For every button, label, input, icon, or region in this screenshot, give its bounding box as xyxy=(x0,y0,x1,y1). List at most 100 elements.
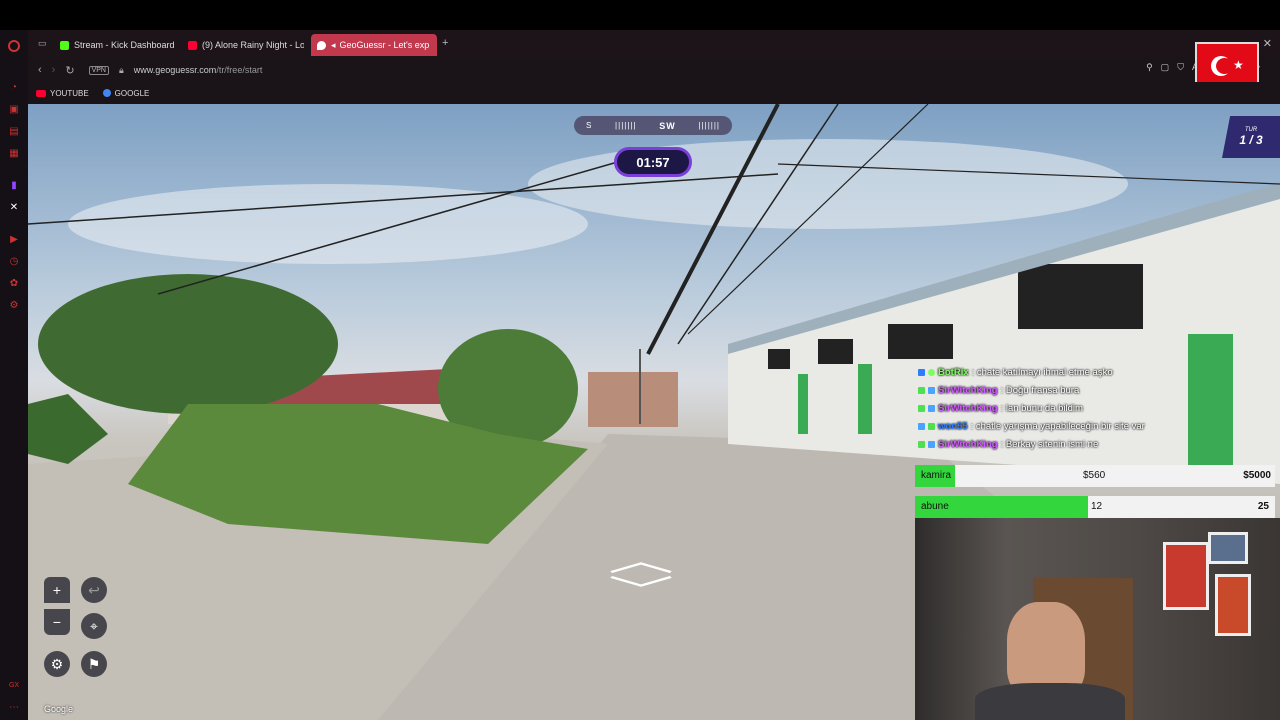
close-window-icon[interactable]: ✕ xyxy=(1263,37,1272,50)
tab-label: (9) Alone Rainy Night - Lo xyxy=(202,40,304,50)
url-host: www.geoguessr.com xyxy=(133,65,217,75)
vpn-badge[interactable]: VPN xyxy=(88,65,109,75)
more-icon[interactable]: ⋯ xyxy=(8,702,20,714)
sidebar: ◔ ▣ ▤ ▦ ▮ ✕ ▶ ◷ ✿ ⚙ GX ⋯ xyxy=(0,30,28,720)
mail-icon[interactable]: ▦ xyxy=(8,148,20,160)
shield-icon[interactable]: ⛉ xyxy=(1177,62,1184,73)
tab-label: Stream - Kick Dashboard xyxy=(74,40,174,50)
chat-line: SirWitchKing: Berkay sitenin ismi ne xyxy=(918,435,1278,453)
mod-badge-icon xyxy=(928,368,935,376)
round-counter: TUR 1 / 3 xyxy=(1222,116,1280,158)
goal-label: kamira xyxy=(921,470,952,481)
opera-icon[interactable] xyxy=(8,40,20,52)
bookmark-youtube[interactable]: YOUTUBE xyxy=(36,89,89,98)
url-path: /tr/free/start xyxy=(216,65,263,75)
compass: S ||||||| SW ||||||| xyxy=(574,116,732,135)
crescent-cut xyxy=(1216,58,1233,74)
chat-text: : lan bunu da bildim xyxy=(1000,402,1083,414)
chat-user: SirWitchKing xyxy=(938,384,998,396)
youtube-icon xyxy=(188,40,197,50)
extensions-icon[interactable]: ✿ xyxy=(8,278,20,290)
goal-bar-abune: abune 12 25 xyxy=(915,496,1275,518)
reload-icon[interactable]: ↻ xyxy=(65,64,74,77)
sub-badge-icon xyxy=(918,422,925,430)
tab-kick[interactable]: Stream - Kick Dashboard xyxy=(54,34,174,56)
sword-badge-icon xyxy=(918,386,925,394)
geoguessr-icon xyxy=(317,40,326,50)
tab-bar: ▭ Stream - Kick Dashboard (9) Alone Rain… xyxy=(28,30,1280,58)
round-value: 1 / 3 xyxy=(1239,133,1263,147)
youtube-icon xyxy=(36,89,46,97)
google-attribution: Google xyxy=(44,704,74,714)
star-icon: ★ xyxy=(1233,58,1244,72)
bookmarks-bar: YOUTUBE GOOGLE xyxy=(28,82,1280,104)
poster xyxy=(1208,532,1248,564)
webcam-overlay xyxy=(915,518,1280,720)
goal-current: $560 xyxy=(1083,470,1106,481)
bag-icon[interactable]: ▣ xyxy=(8,104,20,116)
back-icon[interactable]: ‹ xyxy=(38,64,42,76)
tab-label: GeoGuessr - Let's exp xyxy=(339,40,430,50)
bookmark-label: GOOGLE xyxy=(114,88,150,98)
goal-target: 25 xyxy=(1257,501,1269,512)
twitch-icon[interactable]: ▮ xyxy=(8,180,20,192)
round-timer: 01:57 xyxy=(614,147,692,177)
forward-icon[interactable]: › xyxy=(52,64,56,76)
chat-text: : chatle yarışma yapabileceğin bir site … xyxy=(970,420,1145,432)
compass-direction: SW xyxy=(659,120,676,131)
poster xyxy=(1163,542,1209,610)
move-forward-arrow[interactable]: ︿ xyxy=(608,547,674,577)
sword-badge-icon xyxy=(918,404,925,412)
tab-geoguessr[interactable]: ◂ GeoGuessr - Let's exp xyxy=(311,34,437,56)
kick-icon xyxy=(60,40,69,50)
wallet-icon[interactable]: ▤ xyxy=(8,126,20,138)
sub-badge-icon xyxy=(928,404,935,412)
player-icon[interactable]: ▶ xyxy=(8,234,20,246)
undo-button[interactable]: ↩ xyxy=(81,577,107,603)
tab-switcher-icon[interactable]: ▭ xyxy=(38,38,47,49)
goal-target: $5000 xyxy=(1243,470,1271,481)
gift-badge-icon xyxy=(928,422,935,430)
return-to-start-button[interactable]: ⌖ xyxy=(81,613,107,639)
clock-icon[interactable]: ◷ xyxy=(8,256,20,268)
chat-line: BotRix: chate katılmayı ihmal etme aşko xyxy=(918,363,1278,381)
sword-badge-icon xyxy=(918,440,925,448)
url-field[interactable]: www.geoguessr.com/tr/free/start xyxy=(134,65,263,75)
pin-icon[interactable]: ⚲ xyxy=(1146,62,1153,73)
sub-badge-icon xyxy=(928,386,935,394)
history-icon[interactable]: ◔ xyxy=(8,82,20,94)
chat-line: SirWitchKing: Doğu fransa bura xyxy=(918,381,1278,399)
google-icon xyxy=(102,89,111,97)
bot-badge-icon xyxy=(918,368,925,376)
chat-text: : Berkay sitenin ismi ne xyxy=(1000,438,1099,450)
chat-line: SirWitchKing: lan bunu da bildim xyxy=(918,399,1278,417)
compass-left: S xyxy=(586,121,593,130)
tab-youtube[interactable]: (9) Alone Rainy Night - Lo xyxy=(182,34,304,56)
settings-button[interactable]: ⚙ xyxy=(44,651,70,677)
x-icon[interactable]: ✕ xyxy=(8,202,20,214)
chat-user: SirWitchKing xyxy=(938,402,998,414)
bookmark-label: YOUTUBE xyxy=(50,88,89,98)
chat-text: : chate katılmayı ihmal etme aşko xyxy=(971,366,1113,378)
gx-icon[interactable]: GX xyxy=(8,680,20,692)
poster xyxy=(1215,574,1251,636)
zoom-out-button[interactable]: − xyxy=(44,609,70,635)
zoom-in-button[interactable]: + xyxy=(44,577,70,603)
title-bar xyxy=(0,0,1280,30)
lock-icon: 🔒︎ xyxy=(118,64,124,75)
new-tab-icon[interactable]: + xyxy=(442,37,448,49)
chat-user: won55 xyxy=(938,420,968,432)
flag-button[interactable]: ⚑ xyxy=(81,651,107,677)
address-bar: ‹ › ↻ VPN 🔒︎ www.geoguessr.com/tr/free/s… xyxy=(28,58,1280,82)
compass-ticks: ||||||| xyxy=(615,121,637,130)
compass-ticks-right: ||||||| xyxy=(698,121,720,130)
streamer-body xyxy=(975,683,1125,720)
chat-user: BotRix xyxy=(938,366,969,378)
goal-bar-kamira: kamira $560 $5000 xyxy=(915,465,1275,487)
settings-icon[interactable]: ⚙ xyxy=(8,300,20,312)
bookmark-google[interactable]: GOOGLE xyxy=(102,88,150,98)
chat-line: won55: chatle yarışma yapabileceğin bir … xyxy=(918,417,1278,435)
snapshot-icon[interactable]: ▢ xyxy=(1161,62,1170,73)
move-back-arrow[interactable]: ﹀ xyxy=(608,577,674,607)
chat-text: : Doğu fransa bura xyxy=(1000,384,1080,396)
